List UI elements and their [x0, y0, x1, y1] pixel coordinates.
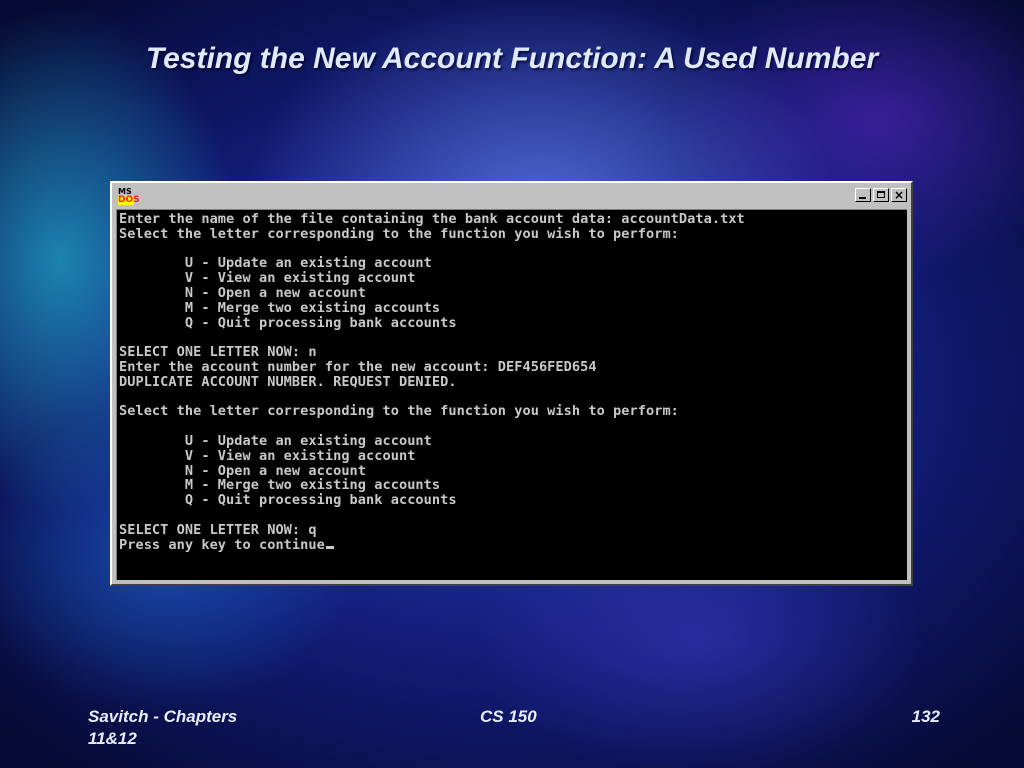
console-line: V - View an existing account: [119, 447, 416, 464]
console-line: SELECT ONE LETTER NOW: n: [119, 344, 317, 361]
console-line: U - Update an existing account: [119, 432, 432, 449]
console-line: M - Merge two existing accounts: [119, 477, 441, 494]
msdos-icon-dos-text: DOS: [118, 195, 140, 205]
console-output[interactable]: Enter the name of the file containing th…: [116, 209, 907, 580]
msdos-icon[interactable]: MS DOS: [118, 187, 140, 205]
text-cursor: [325, 545, 334, 549]
maximize-button[interactable]: [873, 188, 889, 202]
console-line: Q - Quit processing bank accounts: [119, 314, 457, 331]
console-line: Enter the name of the file containing th…: [119, 211, 745, 227]
maximize-icon: [877, 191, 885, 198]
console-line: Select the letter corresponding to the f…: [119, 225, 679, 242]
console-line: SELECT ONE LETTER NOW: q: [119, 521, 317, 538]
close-icon: ×: [893, 188, 905, 202]
footer-left: Savitch - Chapters 11&12: [88, 707, 238, 748]
minimize-button[interactable]: [855, 188, 871, 202]
slide-title: Testing the New Account Function: A Used…: [145, 42, 879, 75]
slide-number: 132: [911, 707, 940, 726]
console-line: Press any key to continue: [119, 537, 907, 553]
console-line: N - Open a new account: [119, 462, 367, 479]
window-title-bar[interactable]: MS DOS ×: [114, 185, 909, 207]
console-line: DUPLICATE ACCOUNT NUMBER. REQUEST DENIED…: [119, 373, 457, 390]
footer-center: CS 150: [480, 707, 537, 726]
console-line: N - Open a new account: [119, 284, 367, 301]
console-line: Q - Quit processing bank accounts: [119, 492, 457, 509]
console-line: M - Merge two existing accounts: [119, 299, 441, 316]
window-buttons: ×: [855, 188, 907, 204]
console-line: U - Update an existing account: [119, 255, 432, 272]
close-button[interactable]: ×: [891, 188, 907, 202]
console-window[interactable]: MS DOS × Enter the name of the file cont…: [110, 181, 913, 586]
console-line: V - View an existing account: [119, 270, 416, 287]
minimize-icon: [859, 197, 866, 199]
console-line: Select the letter corresponding to the f…: [119, 403, 679, 420]
console-line: Enter the account number for the new acc…: [119, 358, 597, 375]
